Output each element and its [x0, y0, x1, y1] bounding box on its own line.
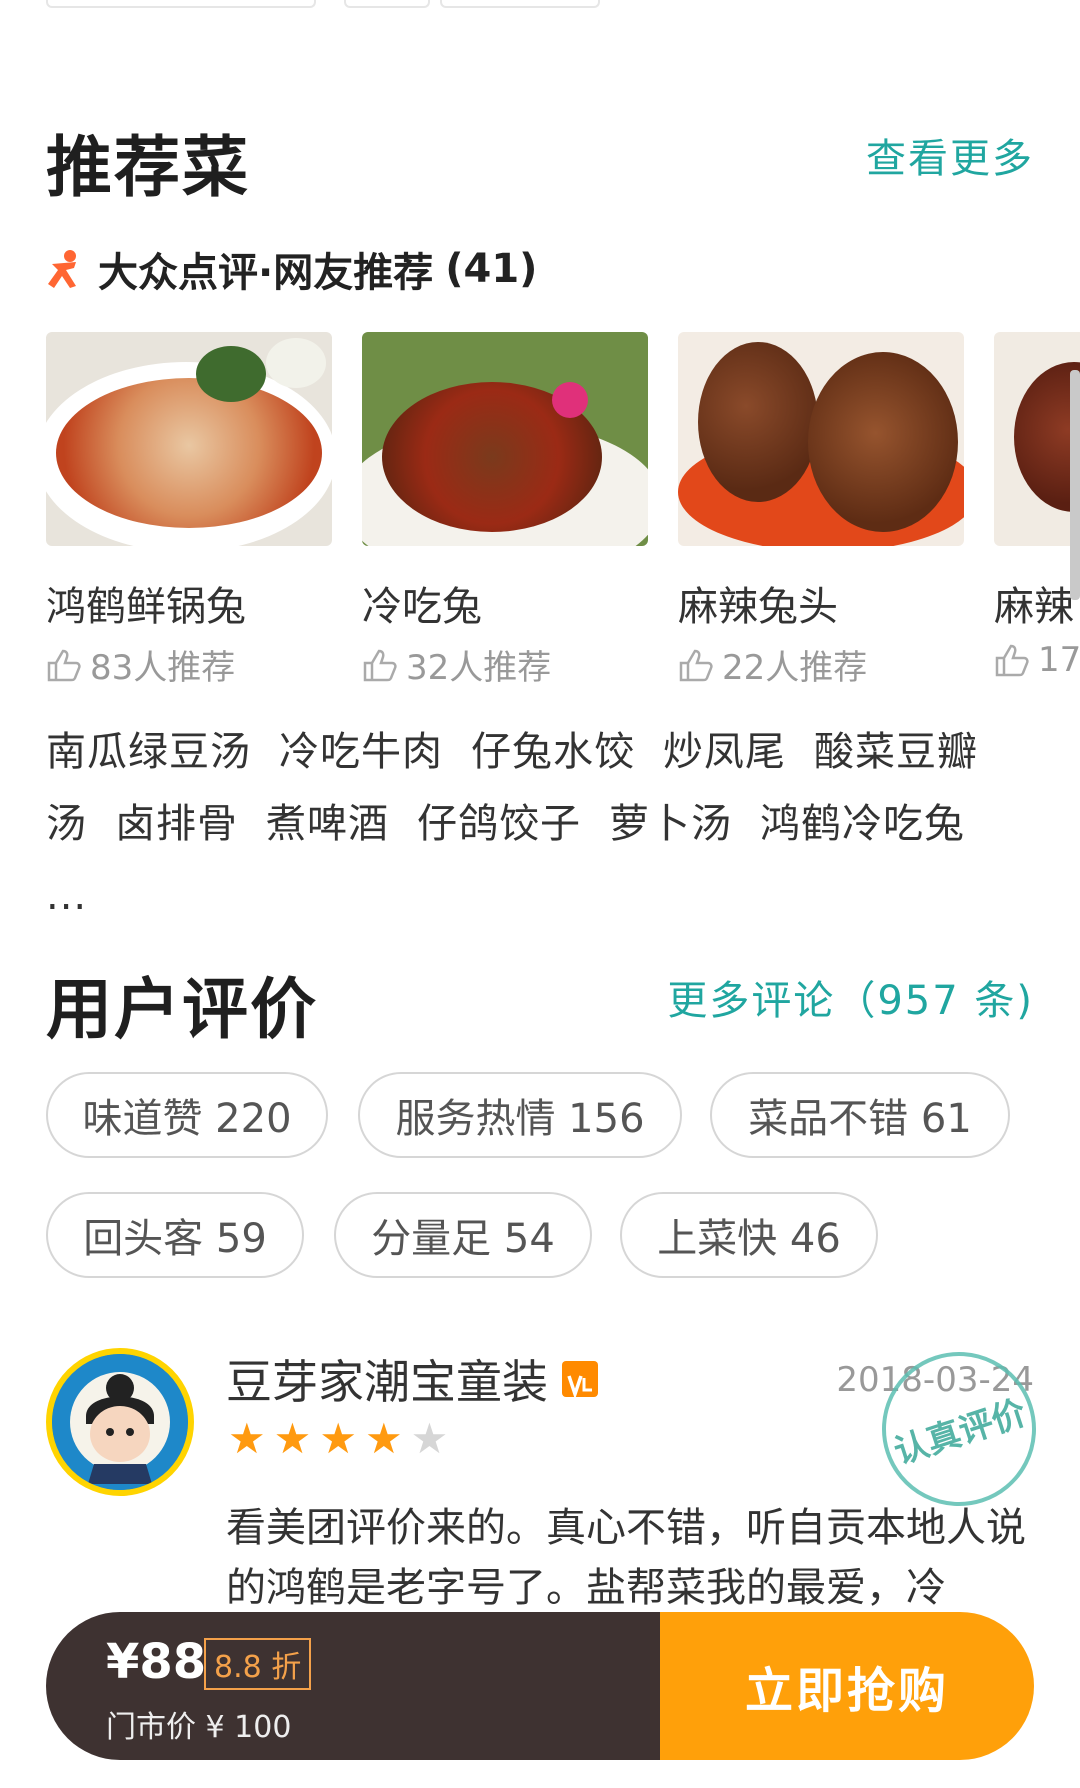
- dish-name: 麻辣兔头: [678, 584, 838, 630]
- top-tab-stub: [440, 0, 600, 8]
- dish-tag[interactable]: 冷吃牛肉: [279, 729, 443, 775]
- view-more-link[interactable]: 查看更多: [866, 126, 1034, 184]
- recommend-source: 大众点评·网友推荐 (41): [46, 240, 537, 298]
- dish-photo: [362, 332, 648, 546]
- dish-tag[interactable]: 卤排骨: [115, 801, 238, 847]
- reviews-title: 用户评价: [46, 971, 318, 1048]
- other-dishes-list: 南瓜绿豆汤 冷吃牛肉 仔兔水饺 炒凤尾 酸菜豆瓣汤 卤排骨 煮啤酒 仔鸽饺子 萝卜汤 鸿鹤冷吃兔 …: [46, 716, 1036, 932]
- avatar-image: [52, 1354, 188, 1490]
- review-tag[interactable]: 味道赞 220: [46, 1072, 328, 1158]
- dish-photo: [46, 332, 332, 546]
- dish-tag[interactable]: 仔鸽饺子: [417, 801, 581, 847]
- dish-name: 麻辣: [994, 584, 1074, 630]
- dish-likes-text: 32人推荐: [406, 648, 552, 688]
- star-icon: ★: [273, 1414, 312, 1463]
- deal-price: ¥88: [106, 1634, 207, 1690]
- star-icon: ★: [364, 1414, 403, 1463]
- recommend-source-count: (41): [445, 246, 538, 292]
- dish-tag[interactable]: 南瓜绿豆汤: [46, 729, 251, 775]
- member-level-icon: [562, 1361, 598, 1400]
- thumbs-up-icon: [679, 649, 713, 681]
- buy-now-button[interactable]: 立即抢购: [660, 1612, 1034, 1760]
- discount-badge: 8.8 折: [204, 1638, 312, 1690]
- dish-tag[interactable]: 煮啤酒: [266, 801, 389, 847]
- reviewer-avatar[interactable]: [46, 1348, 194, 1496]
- more-reviews-link[interactable]: 更多评论（957 条): [667, 968, 1034, 1026]
- dish-likes: 22人推荐: [678, 640, 964, 689]
- star-icon: ★: [319, 1414, 357, 1463]
- review-tag[interactable]: 分量足 54: [334, 1192, 592, 1278]
- dish-card[interactable]: 麻辣兔头 22人推荐: [678, 332, 964, 689]
- dish-photo: [678, 332, 964, 546]
- dish-tag[interactable]: 萝卜汤: [609, 801, 732, 847]
- dianping-logo-icon: [48, 250, 76, 288]
- top-tab-stub: [46, 0, 316, 8]
- dish-name: 鸿鹤鲜锅兔: [46, 584, 246, 630]
- reviewer-name[interactable]: 豆芽家潮宝童装: [226, 1346, 548, 1412]
- dish-likes-text: 83人推荐: [90, 648, 236, 688]
- thumbs-up-icon: [47, 649, 81, 681]
- review-rating: ★ ★ ★ ★ ★: [228, 1418, 448, 1460]
- thumbs-up-icon: [995, 644, 1029, 677]
- review-tag[interactable]: 上菜快 46: [620, 1192, 878, 1278]
- reviewer-row: 豆芽家潮宝童装: [226, 1346, 598, 1412]
- dish-card[interactable]: 冷吃兔 32人推荐: [362, 332, 648, 689]
- purchase-bar: ¥88 8.8 折 门市价 ¥ 100 立即抢购: [46, 1612, 1034, 1760]
- top-tab-stub: [344, 0, 430, 8]
- review-tag[interactable]: 服务热情 156: [358, 1072, 682, 1158]
- dish-likes: 83人推荐: [46, 640, 332, 689]
- star-empty-icon: ★: [410, 1414, 449, 1463]
- dish-card[interactable]: 鸿鹤鲜锅兔 83人推荐: [46, 332, 332, 689]
- carousel-scroll-indicator: [1070, 370, 1080, 600]
- price-panel: ¥88 8.8 折 门市价 ¥ 100: [46, 1612, 660, 1760]
- dish-likes: 32人推荐: [362, 640, 648, 689]
- dish-name: 冷吃兔: [362, 584, 482, 630]
- stamp-text: 认真评价: [889, 1392, 1031, 1473]
- review-text[interactable]: 看美团评价来的。真心不错，听自贡本地人说的鸿鹤是老字号了。盐帮菜我的最爱，冷: [226, 1498, 1036, 1622]
- original-price: 门市价 ¥ 100: [106, 1710, 292, 1745]
- dish-card[interactable]: 麻辣 17: [994, 332, 1080, 680]
- review-tag[interactable]: 菜品不错 61: [710, 1072, 1010, 1158]
- review-tag[interactable]: 回头客 59: [46, 1192, 304, 1278]
- thumbs-up-icon: [363, 649, 397, 681]
- star-icon: ★: [228, 1414, 266, 1463]
- dish-carousel[interactable]: 鸿鹤鲜锅兔 83人推荐 冷吃兔 32人推荐 麻辣兔头 22人推荐 麻辣 17: [46, 332, 1080, 692]
- dish-likes: 17: [994, 640, 1080, 680]
- dish-likes-text: 17: [1038, 640, 1080, 680]
- recommend-source-label: 大众点评·网友推荐: [98, 250, 434, 296]
- recommend-title: 推荐菜: [46, 129, 250, 206]
- dish-photo: [994, 332, 1080, 546]
- dish-tag[interactable]: 炒凤尾: [663, 729, 786, 775]
- dish-likes-text: 22人推荐: [722, 648, 868, 688]
- dish-tag[interactable]: 仔兔水饺: [471, 729, 635, 775]
